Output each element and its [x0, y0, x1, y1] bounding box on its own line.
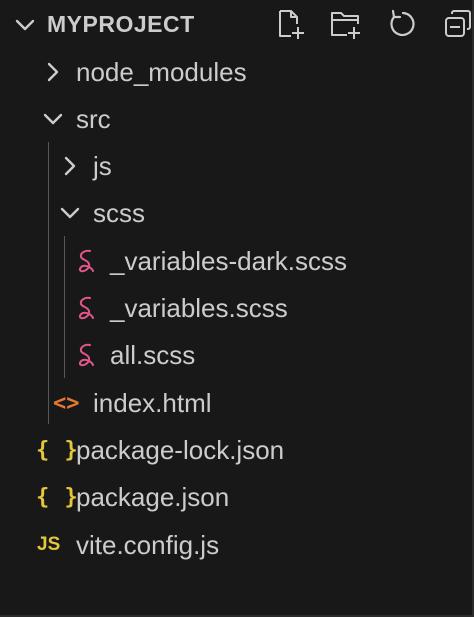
file-label: package.json — [76, 482, 230, 512]
chevron-down-icon[interactable] — [8, 8, 42, 42]
collapse-all-button[interactable] — [440, 6, 474, 42]
new-folder-button[interactable] — [328, 6, 364, 42]
file-label: _variables-dark.scss — [110, 246, 347, 276]
folder-label: src — [76, 104, 111, 134]
file-label: _variables.scss — [110, 293, 288, 323]
explorer-actions — [272, 6, 474, 42]
explorer-section-title: MYPROJECT — [47, 11, 195, 37]
file-label: all.scss — [110, 340, 196, 370]
json-file-icon: { } — [36, 484, 79, 510]
tree-row-package[interactable]: { } package.json — [0, 473, 472, 520]
new-file-icon — [279, 10, 304, 39]
tree-row-js[interactable]: js — [0, 142, 472, 189]
explorer-section-header[interactable]: MYPROJECT — [0, 0, 472, 48]
chevron-down-icon — [60, 207, 80, 219]
tree-row-vite-config[interactable]: JS vite.config.js — [0, 521, 472, 568]
file-label: package-lock.json — [76, 435, 285, 465]
tree-row-variables-dark[interactable]: _variables-dark.scss — [0, 237, 472, 284]
tree-row-node-modules[interactable]: node_modules — [0, 48, 472, 95]
explorer-panel: MYPROJECT node_modules src js scss _vari… — [0, 0, 474, 617]
folder-label: scss — [93, 198, 145, 228]
sass-file-icon — [78, 296, 94, 320]
folder-label: js — [93, 151, 112, 181]
refresh-icon — [390, 9, 415, 37]
chevron-down-icon — [43, 113, 63, 125]
tree-row-index-html[interactable]: <> index.html — [0, 379, 472, 426]
tree-row-variables[interactable]: _variables.scss — [0, 284, 472, 331]
js-file-icon: JS — [37, 534, 61, 555]
new-file-button[interactable] — [272, 6, 308, 42]
tree-row-scss[interactable]: scss — [0, 189, 472, 236]
sass-file-icon — [78, 343, 94, 367]
chevron-right-icon — [64, 156, 76, 176]
collapse-all-icon — [445, 10, 471, 37]
chevron-right-icon — [47, 62, 59, 82]
folder-label: node_modules — [76, 57, 247, 87]
file-label: index.html — [93, 388, 212, 418]
refresh-button[interactable] — [384, 6, 420, 42]
tree-row-src[interactable]: src — [0, 95, 472, 142]
sass-file-icon — [78, 249, 94, 273]
tree-row-all-scss[interactable]: all.scss — [0, 331, 472, 378]
file-label: vite.config.js — [76, 530, 220, 560]
tree-row-package-lock[interactable]: { } package-lock.json — [0, 426, 472, 473]
json-file-icon: { } — [36, 437, 79, 463]
new-folder-icon — [331, 12, 360, 39]
html-file-icon: <> — [53, 390, 80, 416]
